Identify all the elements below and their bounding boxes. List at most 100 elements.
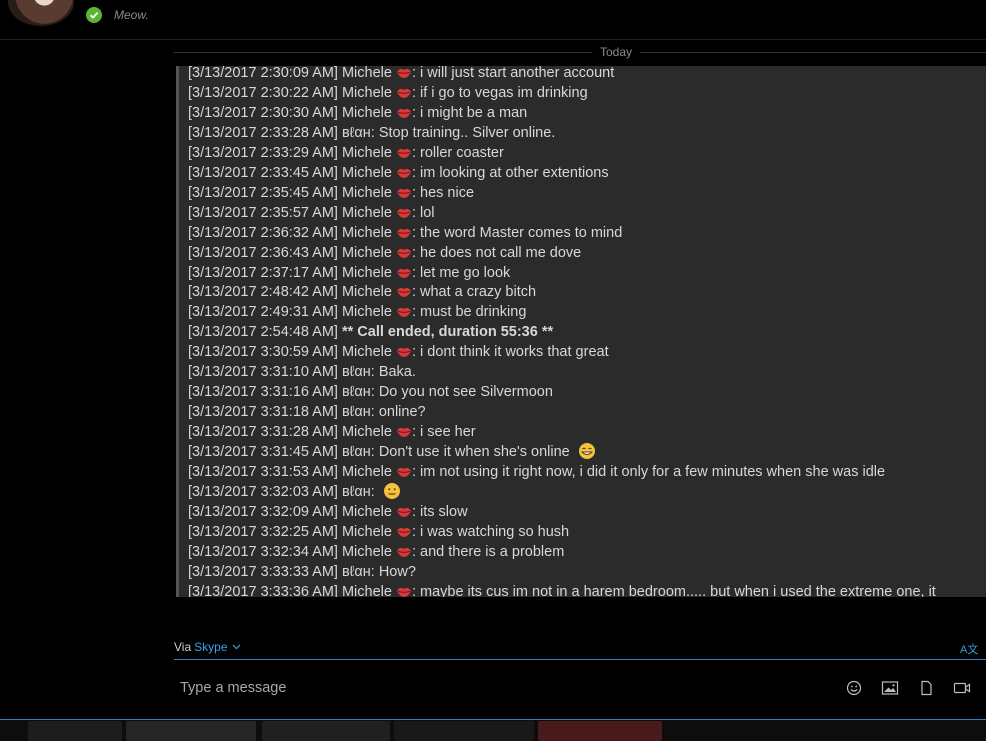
message-input[interactable] — [172, 672, 828, 704]
image-icon — [881, 681, 899, 695]
chat-log-line: [3/13/2017 2:30:30 AM] Michele : i might … — [188, 103, 527, 123]
lips-icon — [396, 587, 411, 597]
conversation-header: Meow. — [0, 0, 986, 40]
lips-icon — [396, 108, 411, 118]
mood-message: Meow. — [114, 8, 149, 22]
chat-log-text: [3/13/2017 2:30:30 AM] Michele — [188, 104, 392, 121]
lips-icon — [396, 308, 411, 318]
video-message-button[interactable] — [953, 680, 971, 696]
chat-log-message: : lol — [411, 204, 435, 221]
chat-log-line: [3/13/2017 3:31:18 AM] вℓαн: online? — [188, 402, 426, 422]
chat-log-message: : its slow — [411, 503, 468, 520]
chat-log-text: [3/13/2017 2:33:29 AM] Michele — [188, 144, 392, 161]
chat-log-message: : must be drinking — [411, 304, 527, 321]
chat-log-line: [3/13/2017 3:31:10 AM] вℓαн: Baka. — [188, 362, 416, 382]
chat-log-message: : maybe its cus im not in a harem bedroo… — [411, 583, 936, 597]
chat-log-message: : i will just start another account — [411, 66, 615, 81]
taskbar-thumbnail[interactable] — [538, 721, 662, 741]
chat-log-text: [3/13/2017 2:33:45 AM] Michele — [188, 164, 392, 181]
chat-log-line: [3/13/2017 2:48:42 AM] Michele : what a c… — [188, 282, 536, 302]
send-file-button[interactable] — [917, 680, 935, 696]
chat-log-message: : im looking at other extentions — [411, 164, 609, 181]
lips-icon — [396, 467, 411, 477]
chat-log-text: [3/13/2017 2:30:22 AM] Michele — [188, 84, 392, 101]
chat-log-text: [3/13/2017 2:54:48 AM] — [188, 324, 342, 341]
lips-icon — [396, 248, 411, 258]
chat-log-message: : im not using it right now, i did it on… — [411, 464, 886, 480]
chat-log-text: [3/13/2017 2:30:09 AM] Michele — [188, 66, 392, 81]
chat-log-message: : the word Master comes to mind — [411, 224, 623, 241]
chat-log-message: : what a crazy bitch — [411, 284, 537, 301]
chat-log-line: [3/13/2017 3:33:33 AM] вℓαн: How? — [188, 562, 416, 582]
chat-log-line: [3/13/2017 2:33:45 AM] Michele : im looki… — [188, 163, 609, 183]
chat-log-line: [3/13/2017 2:35:45 AM] Michele: hes nice — [188, 183, 474, 203]
chat-log-text: [3/13/2017 3:32:03 AM] вℓαн: — [188, 483, 375, 500]
neutral-emoji-icon — [383, 482, 400, 499]
chat-log-message: : i might be a man — [411, 104, 528, 121]
lips-icon — [396, 228, 411, 238]
translate-icon[interactable]: A文 — [960, 641, 986, 656]
chat-log-text: [3/13/2017 2:35:45 AM] Michele — [188, 184, 392, 201]
call-ended-notice: ** Call ended, duration 55:36 ** — [341, 324, 554, 341]
emoticon-button[interactable] — [845, 680, 863, 696]
lips-icon — [396, 68, 411, 78]
chat-log-text: [3/13/2017 3:32:25 AM] Michele — [188, 523, 392, 540]
taskbar-thumbnail[interactable] — [126, 721, 256, 741]
chat-log-text: [3/13/2017 2:48:42 AM] Michele — [188, 284, 392, 301]
send-image-button[interactable] — [881, 680, 899, 696]
chat-log-line: [3/13/2017 2:35:57 AM] Michele : lol — [188, 203, 435, 223]
via-service-link[interactable]: Skype — [194, 640, 227, 654]
chevron-down-icon[interactable] — [232, 644, 241, 650]
chat-log-line: [3/13/2017 3:32:09 AM] Michele : its slow — [188, 502, 468, 522]
lips-icon — [396, 547, 411, 557]
check-icon — [89, 11, 99, 19]
chat-log-line: [3/13/2017 3:30:59 AM] Michele: i dont t… — [188, 342, 609, 362]
chat-log-line: [3/13/2017 2:36:32 AM] Michele: the word… — [188, 223, 622, 243]
chat-log-message: : and there is a problem — [411, 543, 565, 560]
taskbar-thumbnail[interactable] — [28, 721, 122, 741]
taskbar-thumbnails — [0, 720, 986, 741]
chat-log-message: : let me go look — [411, 264, 511, 281]
chat-log-text: [3/13/2017 2:33:28 AM] вℓαн: Stop traini… — [188, 124, 556, 141]
chat-log-line: [3/13/2017 3:31:16 AM] вℓαн: Do you not … — [188, 382, 553, 402]
chat-log-text: [3/13/2017 3:32:34 AM] Michele — [188, 543, 392, 560]
video-message-icon — [953, 682, 971, 694]
lips-icon — [396, 527, 411, 537]
lips-icon — [396, 148, 411, 158]
chat-log-line: [3/13/2017 2:33:29 AM] Michele: roller c… — [188, 143, 504, 163]
quoted-chat-log[interactable]: [3/13/2017 2:30:09 AM] Michele : i will j… — [176, 66, 986, 597]
lips-icon — [396, 507, 411, 517]
lips-icon — [396, 168, 411, 178]
chat-log-text: [3/13/2017 2:36:43 AM] Michele — [188, 244, 392, 261]
day-divider — [174, 52, 986, 53]
chat-log-line: [3/13/2017 2:54:48 AM] ** Call ended, du… — [188, 322, 553, 342]
lips-icon — [396, 268, 411, 278]
chat-log-text: [3/13/2017 3:31:28 AM] Michele — [188, 424, 392, 441]
chat-log-text: [3/13/2017 2:37:17 AM] Michele — [188, 264, 392, 281]
chat-log-text: [3/13/2017 3:31:16 AM] вℓαн: Do you not … — [188, 384, 553, 401]
chat-log-line: [3/13/2017 2:33:28 AM] вℓαн: Stop traini… — [188, 123, 555, 143]
chat-log-message: : i see her — [411, 424, 476, 441]
chat-log-line: [3/13/2017 3:31:45 AM] вℓαн: Don't use i… — [188, 442, 596, 462]
chat-log-text: [3/13/2017 2:35:57 AM] Michele — [188, 204, 392, 221]
chat-log-line: [3/13/2017 2:49:31 AM] Michele : must be … — [188, 302, 526, 322]
chat-log-text: [3/13/2017 3:31:18 AM] вℓαн: online? — [188, 404, 426, 421]
avatar[interactable] — [8, 0, 74, 26]
lips-icon — [396, 288, 411, 298]
via-selector[interactable]: Via Skype — [174, 640, 241, 654]
chat-log-message: : if i go to vegas im drinking — [411, 84, 588, 101]
lips-icon — [396, 188, 411, 198]
chat-log-message: : i was watching so hush — [411, 523, 570, 540]
taskbar-thumbnail[interactable] — [394, 721, 534, 741]
lips-icon — [396, 208, 411, 218]
chat-log-message: : i dont think it works that great — [411, 344, 609, 361]
chat-log-line: [3/13/2017 3:32:25 AM] Michele : i was wa… — [188, 522, 569, 542]
chat-log-line: [3/13/2017 3:31:53 AM] Michele: im not u… — [188, 462, 885, 482]
chat-log-text: [3/13/2017 3:32:09 AM] Michele — [188, 503, 392, 520]
chat-log-text: [3/13/2017 2:49:31 AM] Michele — [188, 304, 392, 321]
chat-log-line: [3/13/2017 2:30:09 AM] Michele : i will j… — [188, 66, 614, 83]
taskbar-thumbnail[interactable] — [262, 721, 390, 741]
chat-log-line: [3/13/2017 3:32:03 AM] вℓαн: — [188, 482, 401, 502]
day-divider-label: Today — [592, 45, 641, 59]
file-icon — [921, 680, 932, 696]
